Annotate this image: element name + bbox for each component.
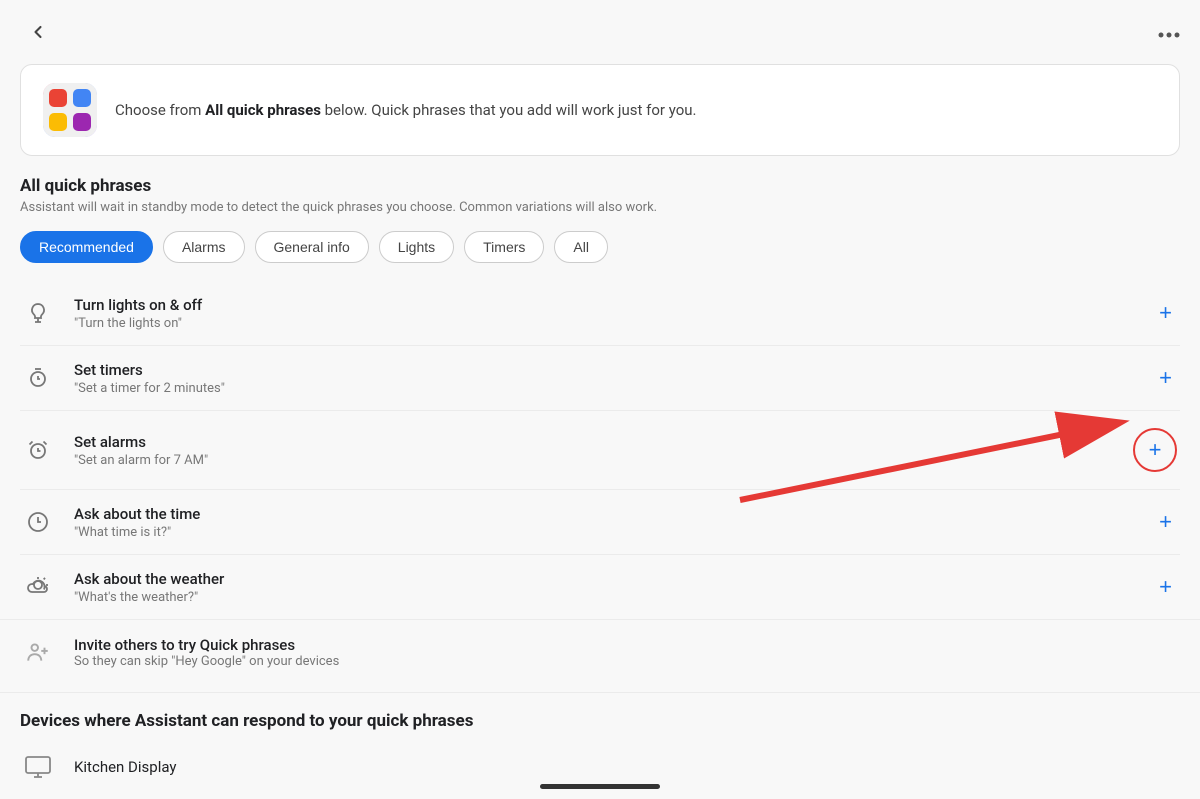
more-options-button[interactable] bbox=[1158, 21, 1180, 44]
invite-title: Invite others to try Quick phrases bbox=[74, 636, 339, 654]
timers-content: Set timers "Set a timer for 2 minutes" bbox=[74, 361, 1133, 396]
devices-title: Devices where Assistant can respond to y… bbox=[20, 711, 1180, 731]
alarms-add-button[interactable]: + bbox=[1141, 435, 1170, 465]
list-item: Set alarms "Set an alarm for 7 AM" + bbox=[20, 411, 1180, 490]
time-title: Ask about the time bbox=[74, 505, 1133, 523]
weather-content: Ask about the weather "What's the weathe… bbox=[74, 570, 1133, 605]
alarms-subtitle: "Set an alarm for 7 AM" bbox=[74, 453, 1112, 468]
invite-section: Invite others to try Quick phrases So th… bbox=[0, 619, 1200, 684]
time-content: Ask about the time "What time is it?" bbox=[74, 505, 1133, 540]
filter-chips: Recommended Alarms General info Lights T… bbox=[20, 231, 1180, 263]
invite-subtitle: So they can skip "Hey Google" on your de… bbox=[74, 654, 339, 669]
chip-general-info[interactable]: General info bbox=[255, 231, 369, 263]
weather-title: Ask about the weather bbox=[74, 570, 1133, 588]
list-item: Turn lights on & off "Turn the lights on… bbox=[20, 281, 1180, 346]
lights-content: Turn lights on & off "Turn the lights on… bbox=[74, 296, 1133, 331]
chip-all[interactable]: All bbox=[554, 231, 608, 263]
info-banner: Choose from All quick phrases below. Qui… bbox=[20, 64, 1180, 156]
timers-subtitle: "Set a timer for 2 minutes" bbox=[74, 381, 1133, 396]
section-subtitle: Assistant will wait in standby mode to d… bbox=[20, 200, 1180, 215]
quick-phrases-section: All quick phrases Assistant will wait in… bbox=[0, 176, 1200, 619]
chip-recommended[interactable]: Recommended bbox=[20, 231, 153, 263]
device-item: Kitchen Display bbox=[20, 735, 1180, 799]
list-item: Set timers "Set a timer for 2 minutes" + bbox=[20, 346, 1180, 411]
quick-phrases-list: Turn lights on & off "Turn the lights on… bbox=[20, 281, 1180, 619]
devices-section: Devices where Assistant can respond to y… bbox=[0, 692, 1200, 799]
timers-add-button[interactable]: + bbox=[1151, 363, 1180, 393]
chip-lights[interactable]: Lights bbox=[379, 231, 454, 263]
timers-title: Set timers bbox=[74, 361, 1133, 379]
device-icon bbox=[20, 749, 56, 785]
invite-content: Invite others to try Quick phrases So th… bbox=[74, 636, 339, 669]
banner-text: Choose from All quick phrases below. Qui… bbox=[115, 99, 696, 122]
weather-icon bbox=[20, 569, 56, 605]
lights-title: Turn lights on & off bbox=[74, 296, 1133, 314]
time-add-button[interactable]: + bbox=[1151, 507, 1180, 537]
invite-icon bbox=[20, 634, 56, 670]
lights-icon bbox=[20, 295, 56, 331]
weather-add-button[interactable]: + bbox=[1151, 572, 1180, 602]
chip-timers[interactable]: Timers bbox=[464, 231, 544, 263]
top-bar bbox=[0, 0, 1200, 64]
weather-subtitle: "What's the weather?" bbox=[74, 590, 1133, 605]
back-button[interactable] bbox=[20, 14, 56, 50]
timers-icon bbox=[20, 360, 56, 396]
list-item: Ask about the weather "What's the weathe… bbox=[20, 555, 1180, 619]
alarms-title: Set alarms bbox=[74, 433, 1112, 451]
alarms-icon bbox=[20, 432, 56, 468]
banner-icon bbox=[43, 83, 97, 137]
home-indicator bbox=[540, 784, 660, 789]
lights-subtitle: "Turn the lights on" bbox=[74, 316, 1133, 331]
alarms-content: Set alarms "Set an alarm for 7 AM" bbox=[74, 433, 1112, 468]
list-item: Ask about the time "What time is it?" + bbox=[20, 490, 1180, 555]
section-title: All quick phrases bbox=[20, 176, 1180, 196]
time-icon bbox=[20, 504, 56, 540]
chip-alarms[interactable]: Alarms bbox=[163, 231, 245, 263]
time-subtitle: "What time is it?" bbox=[74, 525, 1133, 540]
device-label: Kitchen Display bbox=[74, 758, 177, 776]
lights-add-button[interactable]: + bbox=[1151, 298, 1180, 328]
